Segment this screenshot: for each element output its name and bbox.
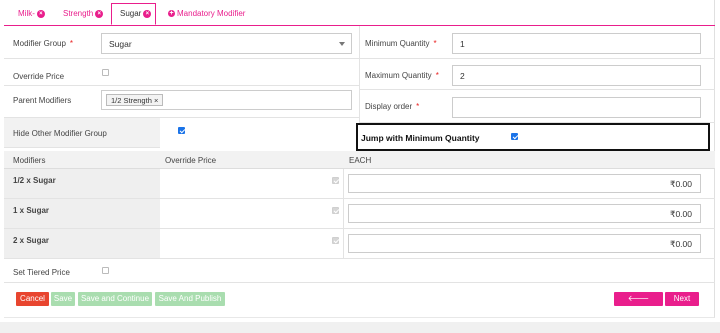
- tab-milk[interactable]: Milk- ×: [10, 4, 50, 24]
- chevron-down-icon: [339, 42, 345, 46]
- parent-modifiers-input[interactable]: 1/2 Strength ×: [101, 90, 352, 110]
- jump-min-label: Jump with Minimum Quantity: [361, 133, 480, 143]
- next-label: Next: [673, 294, 691, 303]
- remove-icon[interactable]: ×: [154, 96, 158, 105]
- save-button[interactable]: Save: [51, 292, 75, 306]
- modifier-name: 1/2 x Sugar: [13, 176, 56, 185]
- previous-button[interactable]: 🡐 Previous: [614, 292, 663, 317]
- tab-sugar[interactable]: Sugar ×: [111, 3, 156, 25]
- column-header-each: EACH: [349, 156, 372, 165]
- parent-modifier-chip: 1/2 Strength ×: [106, 94, 164, 106]
- display-order-input[interactable]: [452, 97, 701, 118]
- row-divider: [4, 259, 715, 283]
- tab-label: Milk-: [18, 9, 35, 18]
- override-price-checkbox[interactable]: [332, 207, 339, 214]
- set-tiered-checkbox[interactable]: [102, 267, 109, 274]
- jump-min-checkbox[interactable]: [511, 133, 518, 140]
- max-qty-label: Maximum Quantity *: [365, 71, 439, 80]
- arrow-left-icon: 🡐: [627, 294, 650, 303]
- tab-label: Sugar: [120, 9, 142, 18]
- min-qty-input[interactable]: 1: [452, 33, 701, 54]
- tab-strength[interactable]: Strength ×: [55, 4, 107, 24]
- min-qty-label: Minimum Quantity *: [365, 39, 437, 48]
- chip-label: 1/2 Strength: [111, 96, 152, 105]
- set-tiered-label: Set Tiered Price: [13, 268, 70, 277]
- override-price-label: Override Price: [13, 72, 65, 81]
- column-header-override-price: Override Price: [165, 156, 217, 165]
- modifier-group-select[interactable]: Sugar: [101, 33, 352, 54]
- close-icon[interactable]: ×: [95, 9, 104, 18]
- selected-value: Sugar: [109, 39, 132, 49]
- max-qty-input[interactable]: 2: [452, 65, 701, 86]
- previous-label: Previous: [622, 308, 655, 317]
- hide-other-label: Hide Other Modifier Group: [13, 129, 107, 138]
- modifier-group-label: Modifier Group *: [13, 39, 74, 48]
- override-price-checkbox[interactable]: [332, 237, 339, 244]
- tab-label: Mandatory Modifier: [177, 9, 246, 18]
- each-price-input[interactable]: ₹0.00: [348, 204, 701, 223]
- each-price-input[interactable]: ₹0.00: [348, 174, 701, 193]
- override-price-checkbox[interactable]: [102, 69, 109, 76]
- next-button[interactable]: Next 🡒: [665, 292, 699, 317]
- modifier-name: 2 x Sugar: [13, 236, 50, 245]
- close-icon[interactable]: ×: [36, 9, 45, 18]
- plus-icon: +: [168, 10, 175, 18]
- tab-mandatory-modifier[interactable]: + Mandatory Modifier: [160, 4, 250, 24]
- column-header-modifiers: Modifiers: [13, 156, 46, 165]
- each-price-input[interactable]: ₹0.00: [348, 234, 701, 253]
- close-icon[interactable]: ×: [143, 9, 152, 18]
- arrow-right-icon: 🡒: [671, 308, 693, 317]
- tab-label: Strength: [63, 9, 94, 18]
- display-order-label: Display order *: [365, 102, 420, 111]
- cancel-button[interactable]: Cancel: [16, 292, 49, 306]
- parent-modifiers-label: Parent Modifiers: [13, 96, 72, 105]
- hide-other-checkbox[interactable]: [178, 127, 185, 134]
- modifier-name: 1 x Sugar: [13, 206, 50, 215]
- save-publish-button[interactable]: Save And Publish: [155, 292, 225, 306]
- override-price-checkbox[interactable]: [332, 177, 339, 184]
- save-continue-button[interactable]: Save and Continue: [78, 292, 152, 306]
- bottom-strip: [0, 322, 720, 333]
